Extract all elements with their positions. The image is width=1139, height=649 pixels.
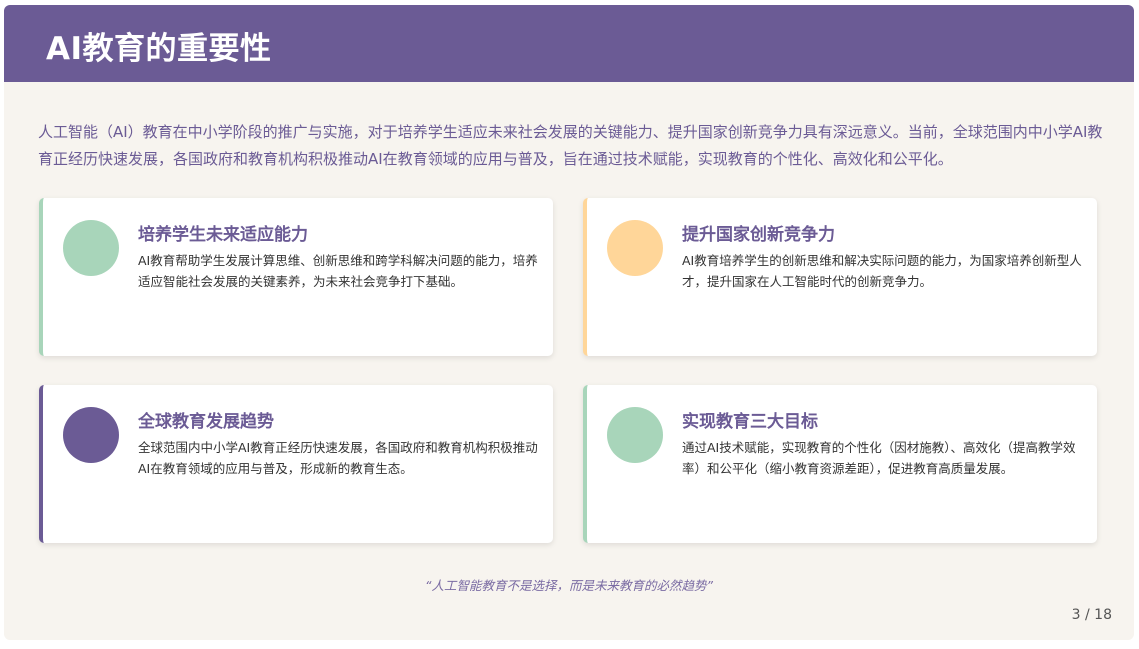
card-title: 培养学生未来适应能力 — [138, 225, 308, 245]
card-text: AI教育帮助学生发展计算思维、创新思维和跨学科解决问题的能力，培养适应智能社会发… — [138, 253, 538, 289]
card-icon-circle — [607, 220, 663, 276]
card-title: 实现教育三大目标 — [682, 412, 818, 432]
card-text: 全球范围内中小学AI教育正经历快速发展，各国政府和教育机构积极推动AI在教育领域… — [138, 440, 538, 476]
intro-paragraph: 人工智能（AI）教育在中小学阶段的推广与实施，对于培养学生适应未来社会发展的关键… — [38, 123, 1103, 168]
card-icon-circle — [63, 407, 119, 463]
card-title: 全球教育发展趋势 — [138, 412, 274, 432]
card-text: AI教育培养学生的创新思维和解决实际问题的能力，为国家培养创新型人才，提升国家在… — [682, 253, 1082, 289]
slide-title: AI教育的重要性 — [46, 31, 272, 67]
closing-quote: “人工智能教育不是选择，而是未来教育的必然趋势” — [425, 578, 713, 593]
page-number: 3 / 18 — [1071, 607, 1112, 623]
card-global-trend: 全球教育发展趋势 全球范围内中小学AI教育正经历快速发展，各国政府和教育机构积极… — [39, 385, 553, 543]
card-title: 提升国家创新竞争力 — [682, 225, 835, 245]
card-text: 通过AI技术赋能，实现教育的个性化（因材施教）、高效化（提高教学效率）和公平化（… — [682, 440, 1076, 476]
card-icon-circle — [63, 220, 119, 276]
card-future-adaptability: 培养学生未来适应能力 AI教育帮助学生发展计算思维、创新思维和跨学科解决问题的能… — [39, 198, 553, 356]
slide: AI教育的重要性 人工智能（AI）教育在中小学阶段的推广与实施，对于培养学生适应… — [4, 5, 1134, 640]
card-three-goals: 实现教育三大目标 通过AI技术赋能，实现教育的个性化（因材施教）、高效化（提高教… — [583, 385, 1097, 543]
card-national-innovation: 提升国家创新竞争力 AI教育培养学生的创新思维和解决实际问题的能力，为国家培养创… — [583, 198, 1097, 356]
card-icon-circle — [607, 407, 663, 463]
slide-header: AI教育的重要性 — [4, 5, 1134, 82]
